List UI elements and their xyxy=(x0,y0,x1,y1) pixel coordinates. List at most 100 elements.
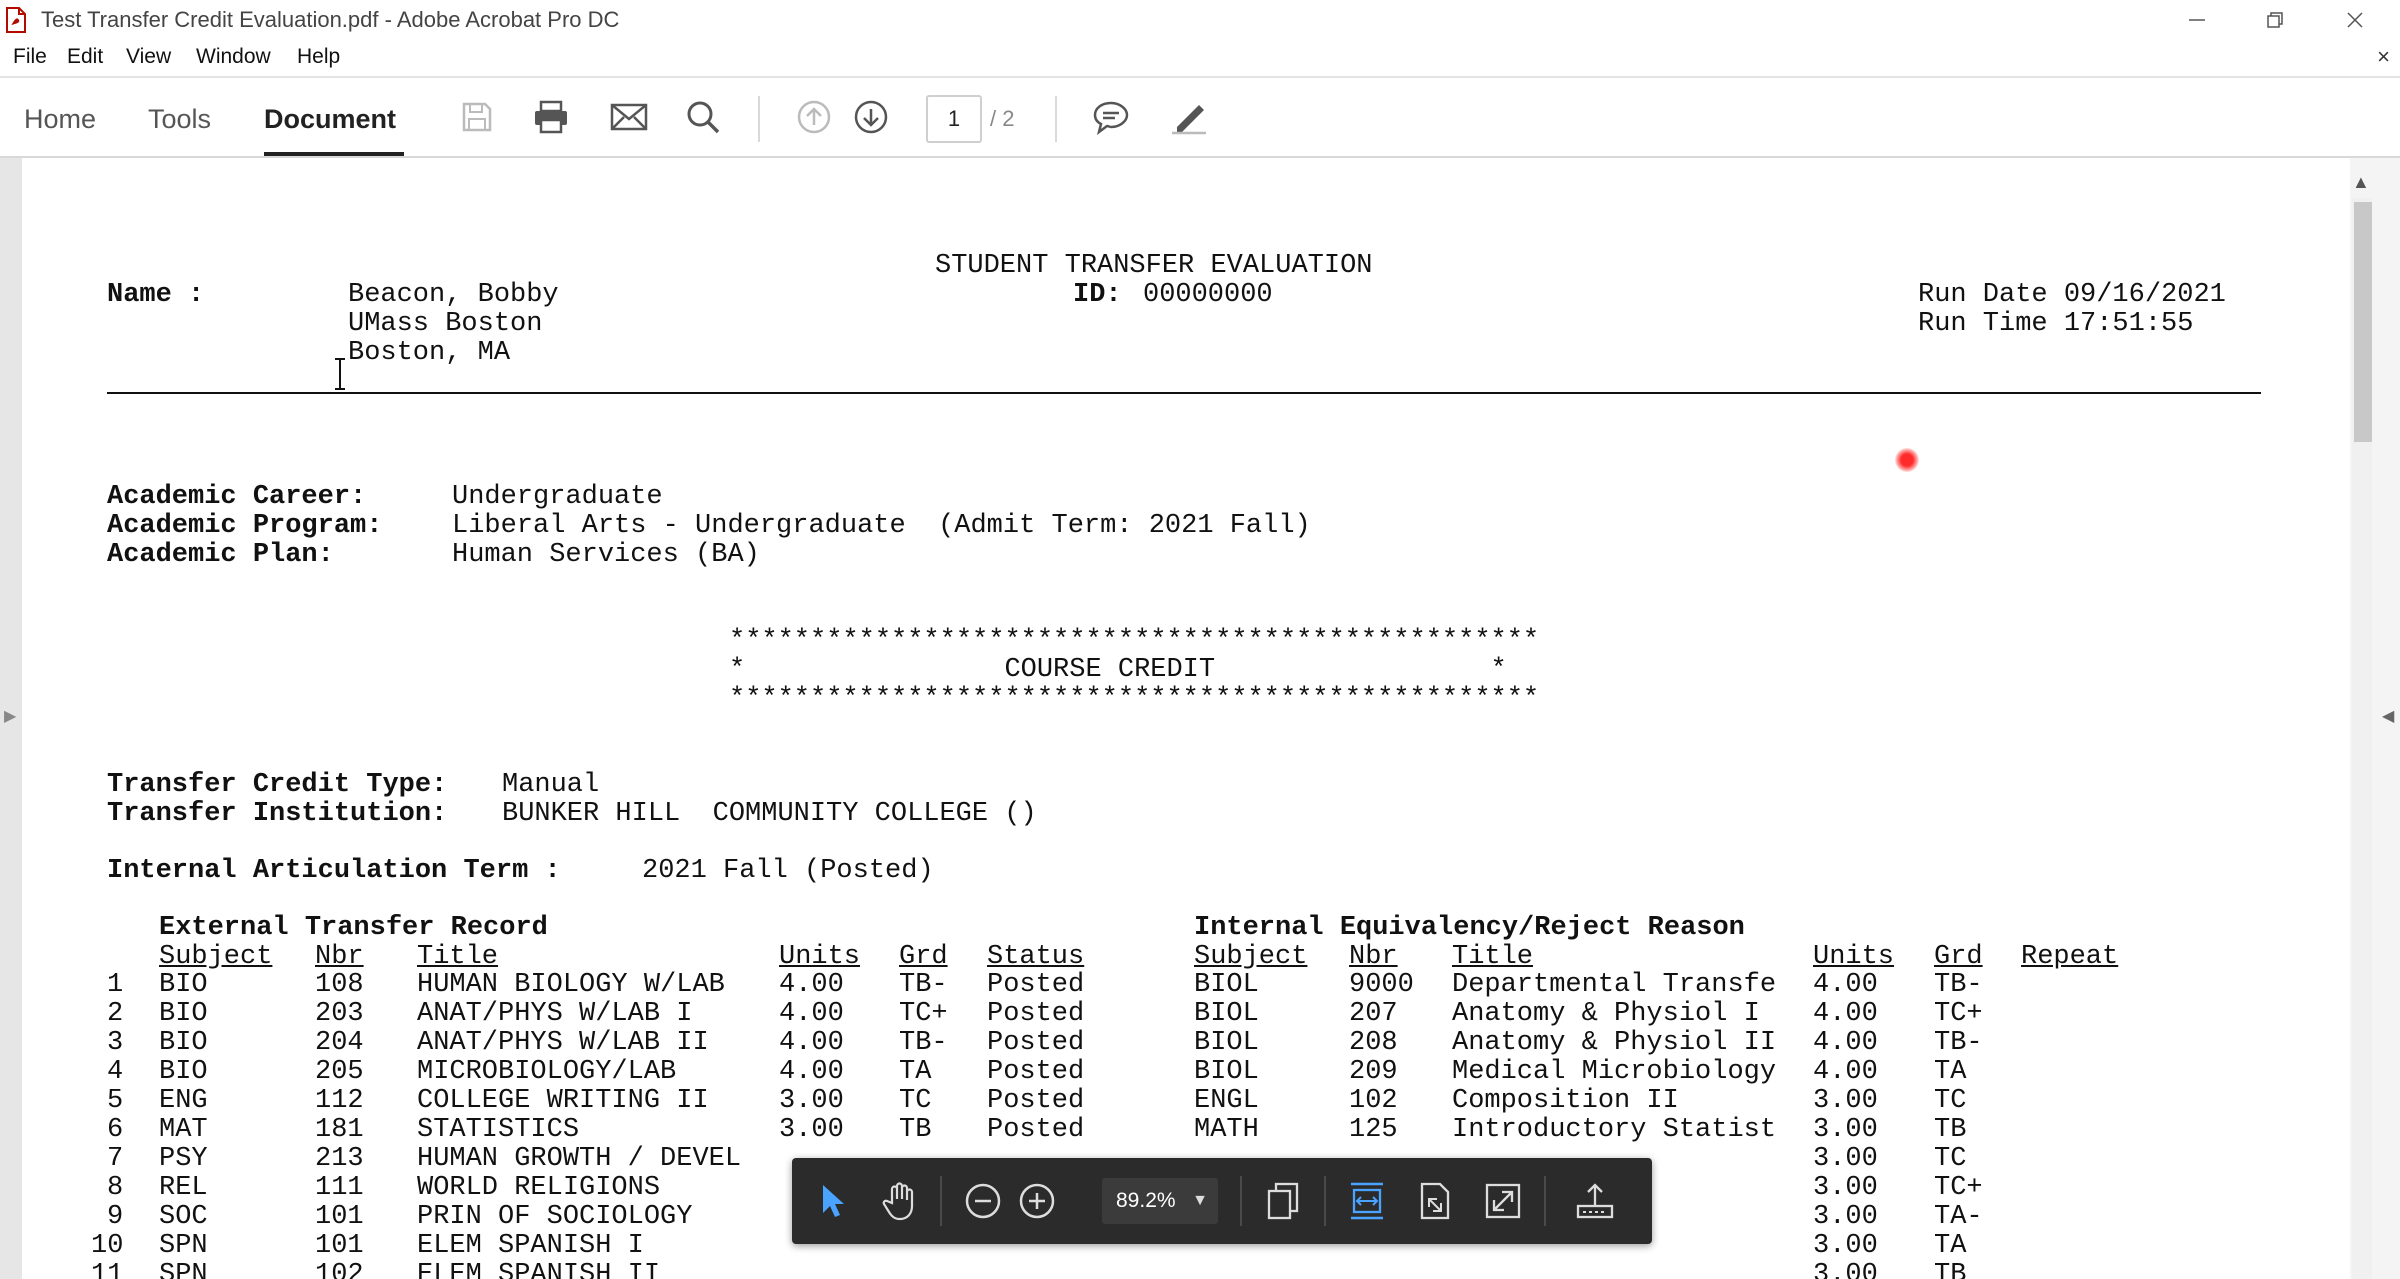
term-value: 2021 Fall (Posted) xyxy=(642,856,934,886)
minimize-button[interactable] xyxy=(2158,0,2236,40)
chevron-down-icon: ▼ xyxy=(1192,1192,1208,1209)
menu-edit[interactable]: Edit xyxy=(67,45,103,69)
ext-units: 4.00 xyxy=(779,999,844,1029)
int-units: 4.00 xyxy=(1813,970,1878,1000)
zoom-out-button[interactable] xyxy=(960,1178,1006,1224)
ext-subject: REL xyxy=(159,1173,208,1203)
comment-button[interactable] xyxy=(1088,94,1134,140)
ext-subject: BIO xyxy=(159,1028,208,1058)
int-nbr: 125 xyxy=(1349,1115,1398,1145)
menu-help[interactable]: Help xyxy=(297,45,340,69)
zoom-level-select[interactable]: 89.2% ▼ xyxy=(1102,1178,1218,1224)
fit-page-icon xyxy=(1420,1182,1450,1220)
int-title: Medical Microbiology xyxy=(1452,1057,1777,1087)
name-line-2: UMass Boston xyxy=(348,309,543,339)
ext-subject: SPN xyxy=(159,1231,208,1261)
ext-title: ELEM SPANISH I xyxy=(417,1231,644,1261)
left-panel-toggle[interactable]: ▶ xyxy=(0,158,22,1279)
tab-tools[interactable]: Tools xyxy=(148,104,211,135)
search-button[interactable] xyxy=(680,94,726,140)
save-button[interactable] xyxy=(454,94,500,140)
row-number: 1 xyxy=(107,970,124,1000)
floating-zoom-toolbar: 89.2% ▼ xyxy=(792,1158,1652,1244)
program-label: Academic Program: xyxy=(107,511,383,541)
restore-button[interactable] xyxy=(2236,0,2314,40)
menu-view[interactable]: View xyxy=(126,45,171,69)
print-button[interactable] xyxy=(528,94,574,140)
ext-grd: TB- xyxy=(899,1028,948,1058)
int-nbr: 9000 xyxy=(1349,970,1414,1000)
page-thumbnail-button[interactable] xyxy=(1260,1178,1306,1224)
row-number: 10 xyxy=(91,1231,124,1261)
col-ext-subject: Subject xyxy=(159,942,273,972)
row-number: 11 xyxy=(91,1260,124,1279)
term-label: Internal Articulation Term : xyxy=(107,856,561,886)
scrollbar-thumb[interactable] xyxy=(2354,202,2372,442)
close-document-button[interactable]: × xyxy=(2377,44,2390,70)
ext-title: HUMAN BIOLOGY W/LAB xyxy=(417,970,725,1000)
zoom-in-button[interactable] xyxy=(1014,1178,1060,1224)
select-tool-button[interactable] xyxy=(810,1178,856,1224)
ext-title: STATISTICS xyxy=(417,1115,580,1145)
int-units: 4.00 xyxy=(1813,1057,1878,1087)
document-viewport[interactable]: ▶ STUDENT TRANSFER EVALUATION Name : Bea… xyxy=(0,158,2400,1279)
sign-button[interactable] xyxy=(1166,94,1212,140)
full-screen-button[interactable] xyxy=(1480,1178,1526,1224)
id-label: ID: xyxy=(1073,280,1122,310)
hand-tool-button[interactable] xyxy=(876,1178,922,1224)
previous-page-button[interactable] xyxy=(791,94,837,140)
zoombar-separator xyxy=(1544,1176,1546,1226)
int-grd: TA xyxy=(1934,1057,1967,1087)
int-grd: TB xyxy=(1934,1115,1967,1145)
int-units: 3.00 xyxy=(1813,1260,1878,1279)
close-button[interactable] xyxy=(2316,0,2394,40)
int-subject: BIOL xyxy=(1194,999,1259,1029)
int-subject: BIOL xyxy=(1194,970,1259,1000)
ext-nbr: 203 xyxy=(315,999,364,1029)
toolbar-separator xyxy=(1055,96,1057,142)
col-ext-status: Status xyxy=(987,942,1085,972)
col-ext-nbr: Nbr xyxy=(315,942,364,972)
col-int-units: Units xyxy=(1813,942,1895,972)
fit-page-button[interactable] xyxy=(1412,1178,1458,1224)
int-grd: TC xyxy=(1934,1086,1967,1116)
int-grd: TC xyxy=(1934,1144,1967,1174)
banner-top: ****************************************… xyxy=(729,626,1540,656)
ext-status: Posted xyxy=(987,1028,1085,1058)
ext-title: ELEM SPANISH II xyxy=(417,1260,661,1279)
pdf-page: STUDENT TRANSFER EVALUATION Name : Beaco… xyxy=(22,158,2350,1279)
next-page-button[interactable] xyxy=(848,94,894,140)
window-title: Test Transfer Credit Evaluation.pdf - Ad… xyxy=(41,7,620,32)
comment-icon xyxy=(1093,101,1129,135)
plan-label: Academic Plan: xyxy=(107,540,334,570)
print-icon xyxy=(535,100,567,134)
tab-document[interactable]: Document xyxy=(264,104,396,135)
zoom-out-icon xyxy=(965,1183,1001,1219)
fit-width-button[interactable] xyxy=(1344,1178,1390,1224)
minimize-icon xyxy=(2189,19,2205,21)
close-icon xyxy=(2347,12,2363,28)
zoombar-separator xyxy=(940,1176,942,1226)
row-number: 8 xyxy=(107,1173,124,1203)
email-button[interactable] xyxy=(606,94,652,140)
ext-subject: SOC xyxy=(159,1202,208,1232)
menu-bar: File Edit View Window Help × xyxy=(0,40,2400,76)
tab-home[interactable]: Home xyxy=(24,104,96,135)
scroll-up-icon[interactable]: ▲ xyxy=(2352,172,2370,193)
page-number-input[interactable]: 1 xyxy=(926,95,982,143)
banner-title: * COURSE CREDIT * xyxy=(729,655,1507,685)
menu-file[interactable]: File xyxy=(13,45,47,69)
int-nbr: 209 xyxy=(1349,1057,1398,1087)
menu-window[interactable]: Window xyxy=(196,45,271,69)
header-rule xyxy=(107,392,2261,394)
name-label: Name : xyxy=(107,280,205,310)
expand-right-panel-icon[interactable]: ◀ xyxy=(2382,706,2394,726)
int-grd: TB- xyxy=(1934,970,1983,1000)
ext-grd: TA xyxy=(899,1057,932,1087)
id-value: 00000000 xyxy=(1143,280,1273,310)
ext-title: MICROBIOLOGY/LAB xyxy=(417,1057,677,1087)
ext-status: Posted xyxy=(987,970,1085,1000)
int-subject: ENGL xyxy=(1194,1086,1259,1116)
ext-nbr: 108 xyxy=(315,970,364,1000)
reading-mode-button[interactable] xyxy=(1572,1178,1618,1224)
